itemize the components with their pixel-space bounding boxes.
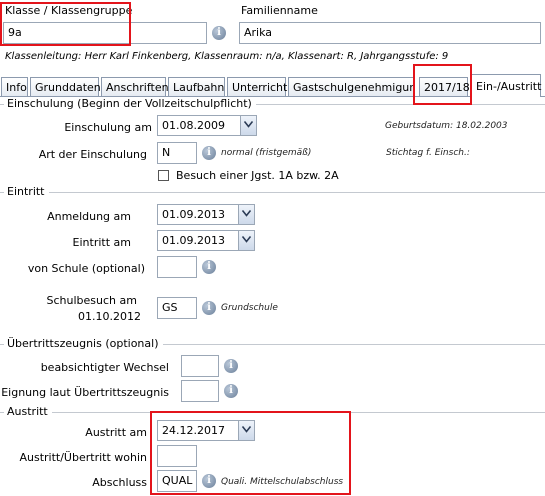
birth-date-hint: Geburtsdatum: 18.02.2003 <box>385 121 508 131</box>
jgst-1a-2a-checkbox[interactable] <box>158 170 169 181</box>
section-einschulung-title: Einschulung (Beginn der Vollzeitschulpfl… <box>4 97 256 110</box>
einschulung-date-value: 01.08.2009 <box>162 119 225 132</box>
tab-info[interactable]: Info <box>1 77 28 96</box>
section-uebertrittszeugnis-title: Übertrittszeugnis (optional) <box>4 337 163 350</box>
highlight-austritt-section <box>150 411 351 495</box>
art-einschulung-input[interactable]: N <box>157 142 197 164</box>
jgst-1a-2a-label: Besuch einer Jgst. 1A bzw. 2A <box>176 169 339 182</box>
info-icon[interactable]: i <box>202 260 216 274</box>
stichtag-hint: Stichtag f. Einsch.: <box>386 148 470 158</box>
tab-unterricht[interactable]: Unterricht <box>227 77 287 96</box>
section-austritt-title: Austritt <box>4 405 52 418</box>
class-info-line: Klassenleitung: Herr Karl Finkenberg, Kl… <box>5 51 449 62</box>
family-name-label: Familienname <box>241 4 318 17</box>
schulbesuch-label: Schulbesuch am <box>46 294 137 307</box>
family-name-input[interactable]: Arika <box>239 22 541 44</box>
eintritt-label: Eintritt am <box>72 236 131 249</box>
section-eintritt-title: Eintritt <box>4 185 49 198</box>
eintritt-date-value: 01.09.2013 <box>162 234 225 247</box>
tab-grunddaten[interactable]: Grunddaten <box>30 77 101 96</box>
chevron-down-icon[interactable] <box>238 205 254 224</box>
anmeldung-label: Anmeldung am <box>47 210 131 223</box>
anmeldung-date-value: 01.09.2013 <box>162 208 225 221</box>
section-uebertrittszeugnis: Übertrittszeugnis (optional) <box>0 337 545 350</box>
schulbesuch-date-label: 01.10.2012 <box>78 310 141 323</box>
eignung-label: Eignung laut Übertrittszeugnis <box>1 386 169 399</box>
von-schule-input[interactable] <box>157 256 197 278</box>
info-icon[interactable]: i <box>202 146 216 160</box>
anmeldung-date-picker[interactable]: 01.09.2013 <box>157 204 255 225</box>
chevron-down-icon[interactable] <box>238 231 254 250</box>
tab-gastschulgenehmigung[interactable]: Gastschulgenehmigung <box>288 77 415 96</box>
wechsel-label: beabsichtigter Wechsel <box>40 361 169 374</box>
austritt-wohin-label: Austritt/Übertritt wohin <box>19 451 147 464</box>
section-eintritt: Eintritt <box>0 185 545 198</box>
highlight-schuljahr-tab <box>413 64 472 105</box>
tab-ein-austritt[interactable]: Ein-/Austritt <box>471 74 541 97</box>
highlight-class-field <box>0 2 131 46</box>
info-icon[interactable]: i <box>224 359 238 373</box>
info-icon[interactable]: i <box>224 384 238 398</box>
tab-laufbahn[interactable]: Laufbahn <box>168 77 225 96</box>
austritt-date-label: Austritt am <box>85 426 147 439</box>
schulbesuch-input[interactable]: GS <box>157 297 197 319</box>
wechsel-input[interactable] <box>181 355 219 377</box>
schulbesuch-hint: Grundschule <box>221 303 278 313</box>
tab-anschriften[interactable]: Anschriften <box>101 77 169 96</box>
art-einschulung-hint: normal (fristgemäß) <box>221 148 312 158</box>
einschulung-date-picker[interactable]: 01.08.2009 <box>157 115 257 136</box>
eintritt-date-picker[interactable]: 01.09.2013 <box>157 230 255 251</box>
info-icon[interactable]: i <box>202 301 216 315</box>
eignung-input[interactable] <box>181 380 219 402</box>
von-schule-label: von Schule (optional) <box>27 262 145 275</box>
einschulung-date-label: Einschulung am <box>64 121 152 134</box>
abschluss-label: Abschluss <box>92 476 147 489</box>
info-icon[interactable]: i <box>212 26 226 40</box>
chevron-down-icon[interactable] <box>240 116 256 135</box>
art-einschulung-label: Art der Einschulung <box>38 148 147 161</box>
